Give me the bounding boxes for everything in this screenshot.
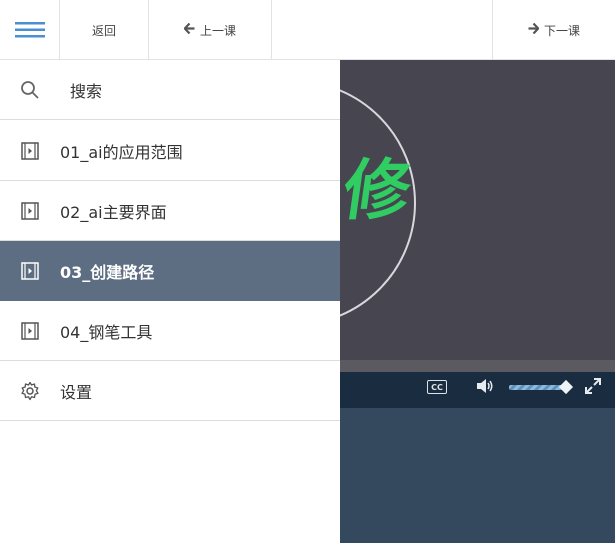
previous-lesson-label: 上一课 [199,23,236,38]
video-player[interactable]: 修 [340,60,615,360]
arrow-left-icon [183,22,195,37]
sidebar-item-label: 01_ai的应用范围 [60,142,183,162]
back-button[interactable]: 返回 [60,0,149,60]
sidebar-settings-label: 设置 [60,382,93,402]
lesson-sidebar: 搜索 01_ai的应用范围 02_ai主要界面 03_创建路径 04_钢笔工具 [0,60,340,543]
sidebar-item-label: 02_ai主要界面 [60,202,167,222]
video-progress-bar[interactable] [340,360,615,372]
closed-captions-label: CC [431,382,443,392]
sidebar-item-lesson-04[interactable]: 04_钢笔工具 [0,301,340,361]
menu-button[interactable] [0,0,60,60]
volume-icon[interactable] [476,378,494,398]
video-below-panel [340,408,615,543]
sidebar-item-lesson-01[interactable]: 01_ai的应用范围 [0,121,340,181]
video-control-bar: CC [340,372,615,408]
back-button-label: 返回 [91,23,116,38]
top-toolbar: 返回 上一课 下一课 [0,0,615,60]
fullscreen-icon[interactable] [584,377,602,399]
next-lesson-label: 下一课 [543,23,580,38]
film-icon [20,261,40,281]
film-icon [20,141,40,161]
next-lesson-button[interactable]: 下一课 [492,0,615,60]
film-icon [20,321,40,341]
film-icon [20,201,40,221]
sidebar-search-label: 搜索 [70,81,103,101]
volume-slider-thumb[interactable] [558,379,574,395]
sidebar-item-lesson-02[interactable]: 02_ai主要界面 [0,181,340,241]
sidebar-item-label: 04_钢笔工具 [60,322,153,342]
sidebar-item-lesson-03[interactable]: 03_创建路径 [0,241,340,301]
closed-captions-button[interactable]: CC [427,380,447,394]
previous-lesson-button[interactable]: 上一课 [149,0,272,60]
arrow-right-icon [528,22,540,37]
sidebar-settings[interactable]: 设置 [0,361,340,421]
hamburger-menu-icon [14,22,45,38]
search-icon [20,80,40,100]
video-logo-glyph: 修 [340,152,416,229]
sidebar-search[interactable]: 搜索 [0,60,340,120]
gear-icon [20,381,40,401]
sidebar-item-label: 03_创建路径 [60,262,155,282]
